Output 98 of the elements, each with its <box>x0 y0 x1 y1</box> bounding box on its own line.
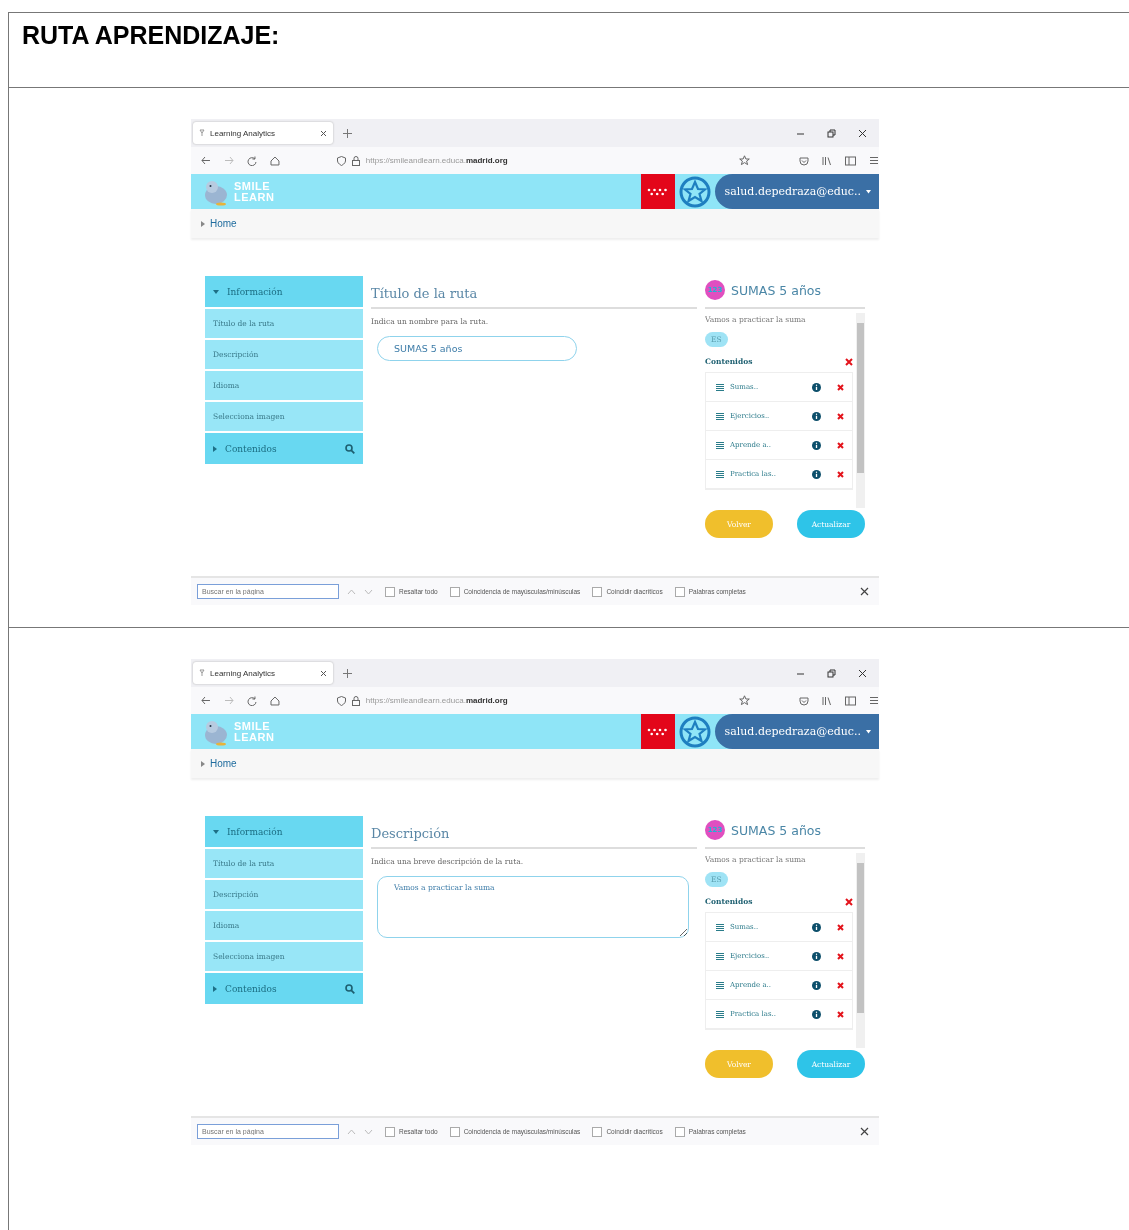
star-circle-logo-icon <box>677 174 712 209</box>
drag-handle-icon <box>716 383 724 391</box>
close-icon[interactable] <box>860 587 869 596</box>
reload-icon[interactable] <box>246 155 257 166</box>
delete-icon[interactable] <box>837 441 844 449</box>
delete-icon[interactable] <box>837 952 844 960</box>
checkbox[interactable] <box>385 1126 395 1137</box>
info-icon[interactable] <box>812 440 821 450</box>
tab-favicon-icon <box>199 129 205 137</box>
lock-icon <box>351 695 360 706</box>
new-tab-icon[interactable] <box>343 128 352 138</box>
menu-icon[interactable] <box>869 695 879 705</box>
sidebar-section-header[interactable]: Contenidos <box>205 973 363 1004</box>
info-icon[interactable] <box>812 382 821 392</box>
section-title: Descripción <box>371 826 697 849</box>
shield-icon <box>336 695 346 706</box>
home-icon[interactable] <box>269 155 280 166</box>
checkbox[interactable] <box>592 586 603 597</box>
sidebar-section-header[interactable]: Contenidos <box>205 433 363 464</box>
user-menu-button[interactable]: salud.depedraza@educ.. <box>714 714 879 749</box>
info-icon[interactable] <box>812 951 821 961</box>
drag-handle-icon <box>716 923 724 931</box>
caret-icon <box>866 189 871 194</box>
library-icon[interactable] <box>822 155 832 166</box>
delete-icon[interactable] <box>837 383 844 391</box>
user-menu-button[interactable]: salud.depedraza@educ.. <box>714 174 879 209</box>
restore-icon[interactable] <box>827 668 836 678</box>
scrollbar[interactable] <box>856 853 865 1048</box>
sidebar-icon[interactable] <box>845 155 856 166</box>
pocket-icon[interactable] <box>799 155 809 166</box>
scrollbar[interactable] <box>856 313 865 508</box>
address-bar-url[interactable]: https://smileandlearn.educa.madrid.org <box>365 696 508 705</box>
shield-icon <box>336 155 346 166</box>
checkbox[interactable] <box>449 1126 460 1137</box>
delete-icon[interactable] <box>837 470 844 478</box>
search-icon[interactable] <box>345 983 355 994</box>
caret-icon <box>866 729 871 734</box>
drag-handle-icon <box>716 952 724 960</box>
drag-handle-icon <box>716 1010 724 1018</box>
browser-tab[interactable]: Learning Analytics <box>193 662 333 684</box>
stars-icon <box>646 727 669 736</box>
close-icon[interactable] <box>858 668 867 678</box>
close-icon[interactable] <box>320 129 327 137</box>
drag-handle-icon <box>716 412 724 420</box>
document-heading: RUTA APRENDIZAJE: <box>22 21 280 50</box>
logo-text: SMILE LEARN <box>234 180 275 203</box>
star-icon[interactable] <box>739 155 750 166</box>
delete-icon[interactable] <box>837 412 844 420</box>
checkbox[interactable] <box>674 1126 685 1137</box>
checkbox[interactable] <box>592 1126 603 1137</box>
delete-icon[interactable] <box>837 923 844 931</box>
drag-handle-icon <box>716 470 724 478</box>
delete-icon[interactable] <box>845 357 853 366</box>
caret-icon <box>201 760 205 767</box>
star-icon[interactable] <box>739 695 750 706</box>
info-icon[interactable] <box>812 411 821 421</box>
stars-icon <box>646 187 669 196</box>
pocket-icon[interactable] <box>799 695 809 706</box>
route-title: SUMAS 5 años <box>731 282 821 298</box>
library-icon[interactable] <box>822 695 832 706</box>
back-arrow-icon[interactable] <box>201 156 211 165</box>
back-arrow-icon[interactable] <box>201 696 211 705</box>
route-title: SUMAS 5 años <box>731 822 821 838</box>
delete-icon[interactable] <box>837 1010 844 1018</box>
breadcrumb-link[interactable]: Home <box>210 758 237 769</box>
info-icon[interactable] <box>812 469 821 479</box>
checkbox[interactable] <box>449 586 460 597</box>
delete-icon[interactable] <box>837 981 844 989</box>
breadcrumb-link[interactable]: Home <box>210 218 237 229</box>
section-title: Título de la ruta <box>371 286 697 309</box>
menu-icon[interactable] <box>869 155 879 165</box>
lock-icon <box>351 155 360 166</box>
name-input-field[interactable]: SUMAS 5 años <box>377 336 577 361</box>
reload-icon[interactable] <box>246 695 257 706</box>
checkbox[interactable] <box>674 586 685 597</box>
search-icon[interactable] <box>345 443 355 454</box>
info-icon[interactable] <box>812 922 821 932</box>
sidebar-icon[interactable] <box>845 695 856 706</box>
info-icon[interactable] <box>812 1009 821 1019</box>
star-circle-logo-icon <box>677 714 712 749</box>
address-bar-url[interactable]: https://smileandlearn.educa.madrid.org <box>365 156 508 165</box>
drag-handle-icon <box>716 981 724 989</box>
info-icon[interactable] <box>812 980 821 990</box>
caret-icon <box>201 220 205 227</box>
close-icon[interactable] <box>320 669 327 677</box>
drag-handle-icon <box>716 441 724 449</box>
delete-icon[interactable] <box>845 897 853 906</box>
sidebar-section-header[interactable]: Información <box>205 816 363 847</box>
restore-icon[interactable] <box>827 128 836 138</box>
tab-favicon-icon <box>199 669 205 677</box>
close-icon[interactable] <box>858 128 867 138</box>
sidebar-section-header[interactable]: Información <box>205 276 363 307</box>
close-icon[interactable] <box>860 1127 869 1136</box>
browser-tab[interactable]: Learning Analytics <box>193 122 333 144</box>
home-icon[interactable] <box>269 695 280 706</box>
checkbox[interactable] <box>385 586 395 597</box>
new-tab-icon[interactable] <box>343 668 352 678</box>
logo-text: SMILE LEARN <box>234 720 275 743</box>
